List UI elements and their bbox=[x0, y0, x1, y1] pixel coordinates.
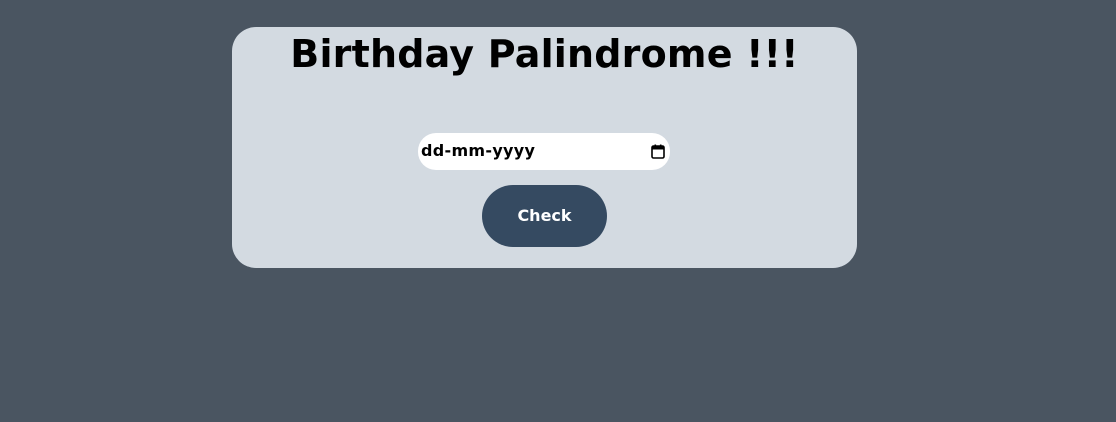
main-card: Birthday Palindrome !!! dd-mm-yyyy Check bbox=[232, 27, 857, 268]
calendar-icon[interactable] bbox=[651, 144, 665, 159]
check-button[interactable]: Check bbox=[482, 185, 607, 247]
date-input-placeholder: dd-mm-yyyy bbox=[421, 141, 536, 160]
page-title: Birthday Palindrome !!! bbox=[290, 32, 799, 76]
birthday-date-input[interactable]: dd-mm-yyyy bbox=[418, 133, 670, 170]
